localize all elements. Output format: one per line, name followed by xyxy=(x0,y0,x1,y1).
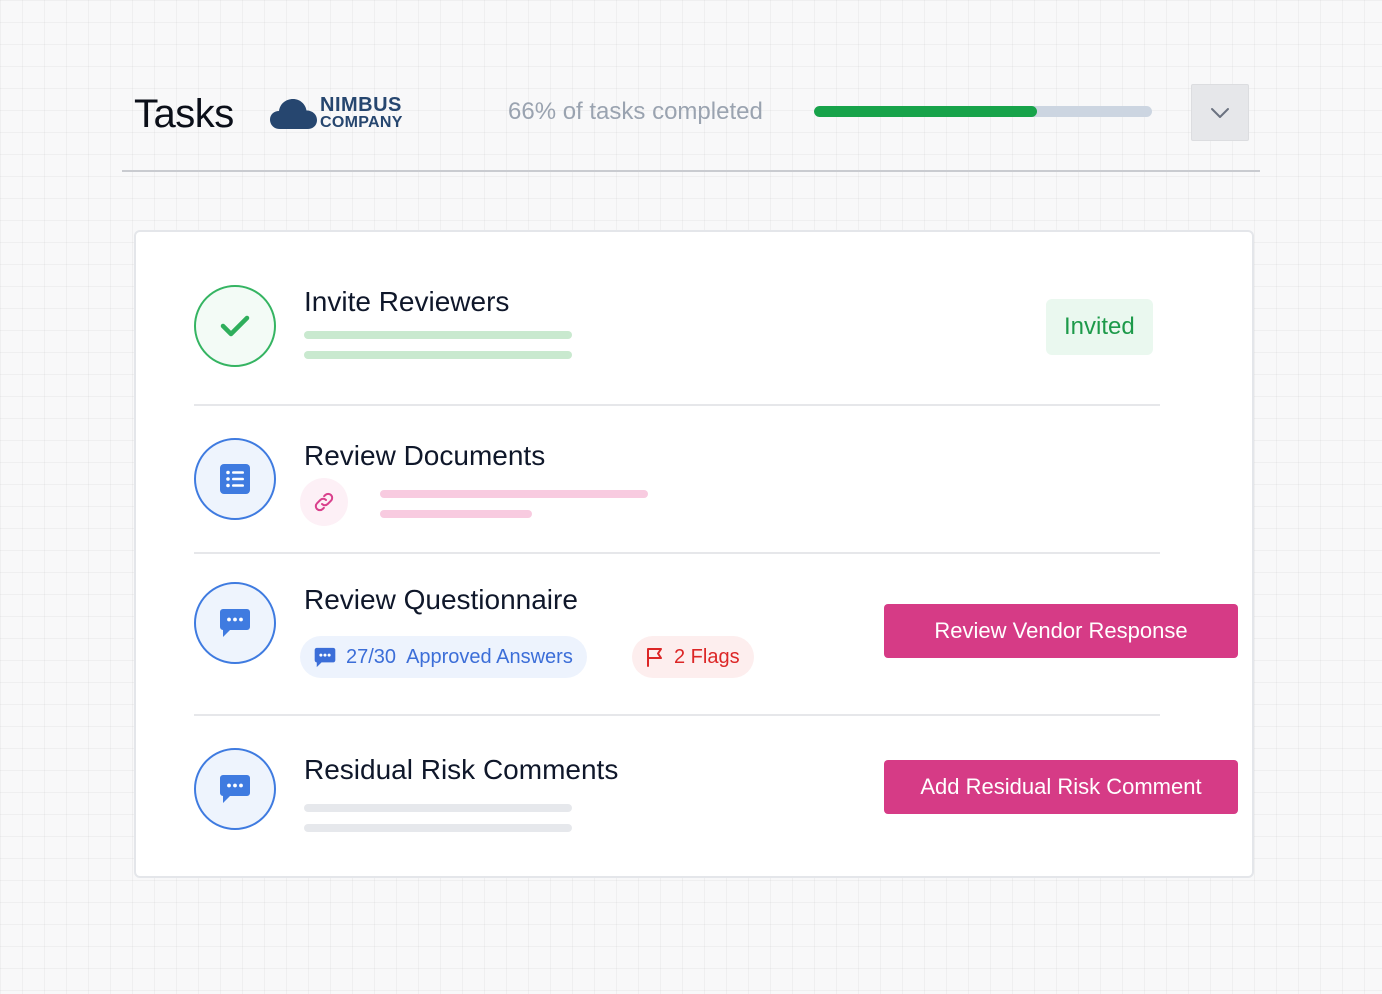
approved-answers-label: Approved Answers xyxy=(406,645,573,668)
task-status-pending xyxy=(194,582,276,664)
cloud-icon xyxy=(270,99,317,129)
link-icon xyxy=(314,492,334,512)
list-icon xyxy=(220,464,250,494)
approved-answers-pill[interactable]: 27/30 Approved Answers xyxy=(300,636,587,678)
flag-icon xyxy=(647,648,662,667)
task-invite-reviewers: Invite Reviewers Invited xyxy=(194,285,1160,405)
divider xyxy=(194,714,1160,716)
placeholder-line xyxy=(304,804,572,812)
status-badge-invited: Invited xyxy=(1046,299,1153,355)
page-title: Tasks xyxy=(134,92,234,136)
task-status-pending xyxy=(194,748,276,830)
add-residual-risk-comment-button[interactable]: Add Residual Risk Comment xyxy=(884,760,1238,814)
document-link-button[interactable] xyxy=(300,478,348,526)
chat-icon xyxy=(220,609,250,637)
company-logo: NIMBUS COMPANY xyxy=(270,94,403,132)
task-title: Review Questionnaire xyxy=(304,584,578,615)
task-title: Invite Reviewers xyxy=(304,286,510,317)
header: Tasks NIMBUS COMPANY 66% of tasks comple… xyxy=(122,70,1260,172)
chat-icon xyxy=(314,647,336,667)
expand-dropdown-button[interactable] xyxy=(1191,84,1249,141)
task-review-questionnaire: Review Questionnaire 27/30 Approved Answ… xyxy=(194,582,1238,712)
chevron-down-icon xyxy=(1211,107,1229,118)
placeholder-line xyxy=(380,510,532,518)
placeholder-line xyxy=(304,351,572,359)
logo-line1: NIMBUS xyxy=(320,94,402,116)
task-title: Residual Risk Comments xyxy=(304,754,619,785)
flags-pill[interactable]: 2 Flags xyxy=(632,636,754,678)
flags-count: 2 Flags xyxy=(674,645,740,668)
approved-answers-count: 27/30 xyxy=(346,645,397,668)
logo-line2: COMPANY xyxy=(320,114,403,131)
task-status-done xyxy=(194,285,276,367)
chat-icon xyxy=(220,775,250,803)
task-list-card: Invite Reviewers Invited Review Document… xyxy=(134,230,1254,878)
divider xyxy=(194,552,1160,554)
placeholder-line xyxy=(380,490,648,498)
task-review-documents: Review Documents xyxy=(194,438,1160,558)
task-title: Review Documents xyxy=(304,440,546,471)
progress-fill xyxy=(814,106,1038,117)
task-residual-risk-comments: Residual Risk Comments Add Residual Risk… xyxy=(194,748,1238,858)
progress-label: 66% of tasks completed xyxy=(508,98,763,125)
divider xyxy=(194,404,1160,406)
progress-bar xyxy=(814,106,1152,117)
placeholder-line xyxy=(304,331,572,339)
task-status-pending xyxy=(194,438,276,520)
check-icon xyxy=(220,315,250,337)
placeholder-line xyxy=(304,824,572,832)
review-vendor-response-button[interactable]: Review Vendor Response xyxy=(884,604,1238,658)
